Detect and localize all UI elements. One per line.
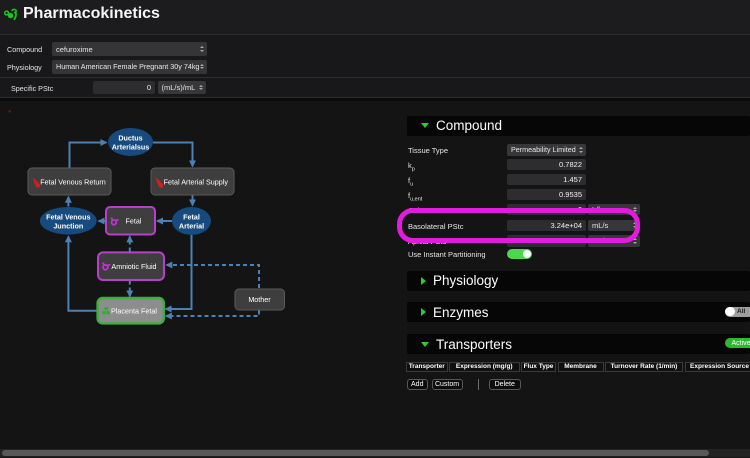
- svg-text:Fetal Arterial Supply: Fetal Arterial Supply: [164, 178, 229, 187]
- svg-text:Fetal Venous: Fetal Venous: [46, 212, 90, 221]
- svg-text:Junction: Junction: [53, 221, 83, 230]
- svg-text:Arterial: Arterial: [179, 222, 204, 231]
- svg-text:Fetal: Fetal: [183, 213, 200, 222]
- svg-text:Ductus: Ductus: [118, 134, 142, 143]
- svg-text:Fetal Venous Return: Fetal Venous Return: [40, 178, 106, 187]
- svg-text:Mother: Mother: [248, 295, 271, 304]
- svg-text:Placenta Fetal: Placenta Fetal: [111, 307, 157, 316]
- svg-text:Amniotic Fluid: Amniotic Fluid: [111, 262, 156, 271]
- svg-text:Arterialsus: Arterialsus: [112, 143, 150, 152]
- svg-text:Fetal: Fetal: [126, 217, 142, 226]
